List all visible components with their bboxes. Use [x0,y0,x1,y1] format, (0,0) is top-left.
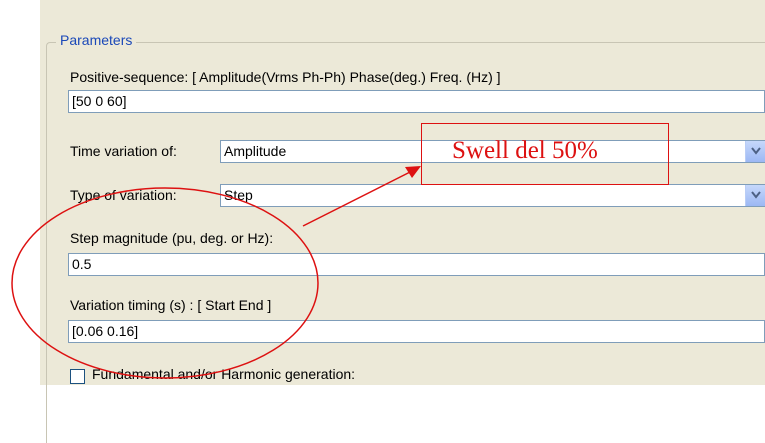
type-variation-dropdown-arrow[interactable] [745,185,765,206]
harmonic-generation-label: Fundamental and/or Harmonic generation: [92,366,356,382]
time-variation-dropdown-arrow[interactable] [745,141,765,162]
annotation-text: Swell del 50% [452,137,598,164]
chevron-down-icon [751,191,761,199]
variation-timing-input[interactable]: [0.06 0.16] [68,320,765,343]
type-variation-dropdown[interactable]: Step [220,184,765,207]
step-magnitude-input[interactable]: 0.5 [68,253,765,276]
time-variation-value: Amplitude [224,143,287,159]
time-variation-label: Time variation of: [70,143,177,159]
parameters-legend: Parameters [56,32,137,48]
type-variation-label: Type of variation: [70,187,177,203]
harmonic-generation-checkbox[interactable] [70,369,85,384]
type-variation-value: Step [224,187,253,203]
positive-sequence-label: Positive-sequence: [ Amplitude(Vrms Ph-P… [70,69,501,85]
variation-timing-label: Variation timing (s) : [ Start End ] [70,297,272,313]
step-magnitude-label: Step magnitude (pu, deg. or Hz): [70,230,274,246]
chevron-down-icon [751,147,761,155]
positive-sequence-input[interactable]: [50 0 60] [68,90,765,113]
